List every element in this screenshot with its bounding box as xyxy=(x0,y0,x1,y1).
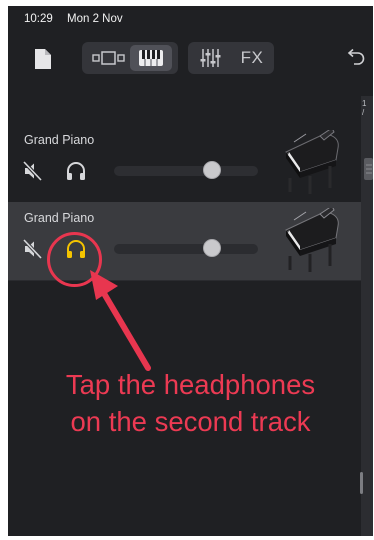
mute-button[interactable] xyxy=(22,238,44,260)
status-date: Mon 2 Nov xyxy=(67,13,123,25)
document-icon xyxy=(35,49,51,69)
volume-slider-knob[interactable] xyxy=(202,161,221,179)
mute-button[interactable] xyxy=(22,160,44,182)
mixer-fx-group: FX xyxy=(188,42,274,74)
volume-slider-knob[interactable] xyxy=(202,239,221,257)
grand-piano-icon xyxy=(285,208,339,272)
undo-icon xyxy=(347,48,365,65)
headphones-button[interactable] xyxy=(64,159,88,183)
track-header-1[interactable]: Grand Piano xyxy=(8,124,361,202)
grand-piano-icon xyxy=(285,130,339,194)
view-switcher xyxy=(82,42,178,74)
bar-number-label: 1 / xyxy=(362,99,367,117)
instruction-line-1: Tap the headphones xyxy=(65,369,316,400)
status-time: 10:29 xyxy=(24,13,53,25)
vertical-scrollbar[interactable] xyxy=(360,472,363,494)
volume-slider[interactable] xyxy=(114,239,258,257)
headphones-icon xyxy=(67,162,85,180)
tracks-view-icon xyxy=(92,51,125,65)
app-window: 10:29 Mon 2 Nov FX 1 / Grand Piano Grand… xyxy=(8,6,373,536)
region-handle[interactable] xyxy=(364,158,373,180)
status-bar: 10:29 Mon 2 Nov xyxy=(8,6,373,28)
speaker-muted-icon xyxy=(22,238,43,260)
keyboard-view-button[interactable] xyxy=(130,45,172,71)
speaker-muted-icon xyxy=(22,160,43,182)
undo-button[interactable] xyxy=(344,48,366,68)
fx-button[interactable]: FX xyxy=(232,45,272,71)
tracks-view-button[interactable] xyxy=(88,45,130,71)
keyboard-icon xyxy=(139,50,163,66)
track-name: Grand Piano xyxy=(24,211,95,225)
my-songs-button[interactable] xyxy=(34,48,52,70)
timeline-header xyxy=(8,90,373,124)
instruction-caption: Tap the headphones on the second track xyxy=(8,366,373,440)
toolbar: FX xyxy=(8,32,373,82)
track-name: Grand Piano xyxy=(24,133,95,147)
mixer-button[interactable] xyxy=(192,45,228,71)
volume-slider[interactable] xyxy=(114,161,258,179)
red-arrow-icon xyxy=(90,270,151,371)
instruction-line-2: on the second track xyxy=(70,406,311,437)
mixer-sliders-icon xyxy=(200,49,221,67)
